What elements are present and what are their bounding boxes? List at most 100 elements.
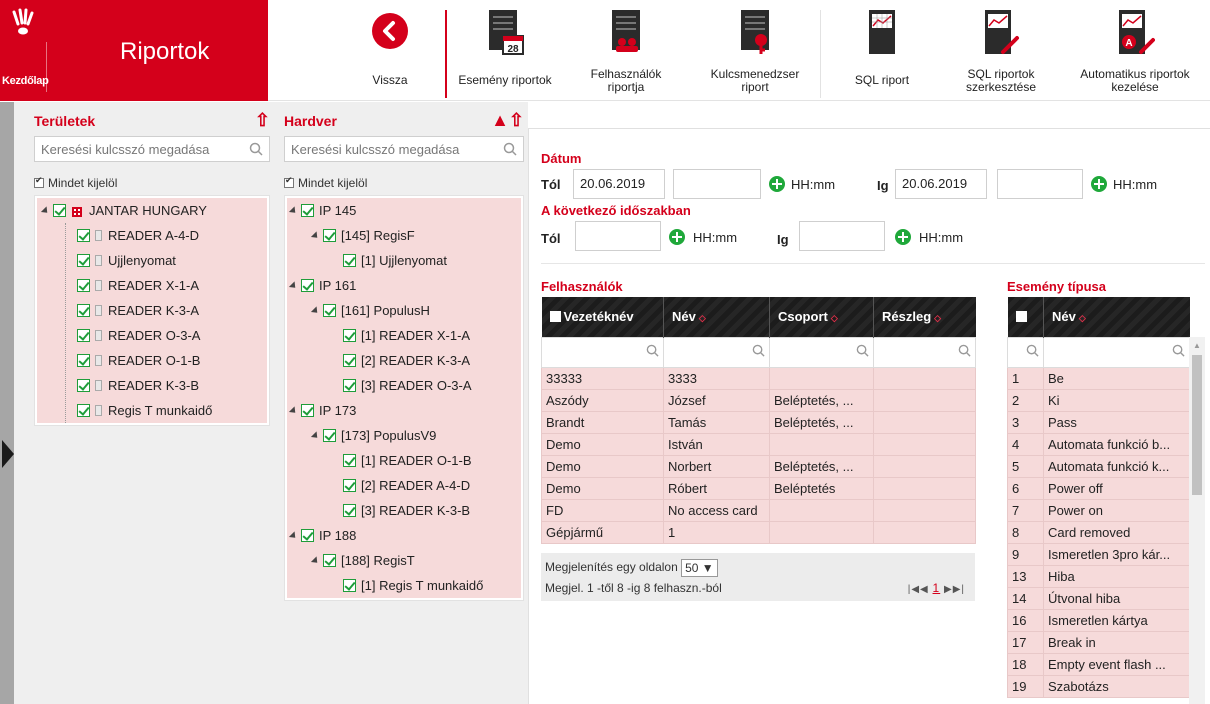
tree-node[interactable]: [188] RegisT bbox=[287, 548, 521, 573]
areas-search-input[interactable] bbox=[35, 137, 269, 161]
checkbox[interactable] bbox=[323, 229, 336, 242]
tree-node[interactable]: [145] RegisF bbox=[287, 223, 521, 248]
checkbox[interactable] bbox=[323, 554, 336, 567]
table-row[interactable]: 8 Card removed bbox=[1007, 520, 1190, 544]
table-row[interactable]: 14 Útvonal hiba bbox=[1007, 586, 1190, 610]
expand-triangle-icon[interactable] bbox=[288, 405, 299, 416]
table-row[interactable]: Demo Róbert Beléptetés bbox=[541, 476, 976, 500]
checkbox[interactable] bbox=[301, 204, 314, 217]
tree-node[interactable]: READER O-3-A bbox=[37, 323, 267, 348]
collapse-up-icon[interactable]: ⇧ bbox=[255, 110, 270, 130]
checkbox[interactable] bbox=[77, 304, 90, 317]
add-period-to-icon[interactable] bbox=[895, 229, 911, 245]
checkbox[interactable] bbox=[343, 579, 356, 592]
checkbox[interactable] bbox=[343, 354, 356, 367]
table-row[interactable]: 19 Szabotázs bbox=[1007, 674, 1190, 698]
period-from-input[interactable] bbox=[575, 221, 661, 251]
period-to-input[interactable] bbox=[799, 221, 885, 251]
checkbox[interactable] bbox=[343, 329, 356, 342]
table-row[interactable]: Aszódy József Beléptetés, ... bbox=[541, 388, 976, 412]
tree-node[interactable]: [161] PopulusH bbox=[287, 298, 521, 323]
checkbox[interactable] bbox=[343, 504, 356, 517]
checkbox[interactable] bbox=[343, 254, 356, 267]
checkbox[interactable] bbox=[301, 404, 314, 417]
tree-node[interactable]: [1] Regis T munkaidő bbox=[287, 573, 521, 598]
per-page-select[interactable]: 50 ▼ bbox=[681, 559, 718, 577]
tree-node[interactable]: [2] READER A-4-D bbox=[287, 473, 521, 498]
column-header-select[interactable] bbox=[1007, 297, 1044, 337]
tree-node[interactable]: [3] READER K-3-B bbox=[287, 498, 521, 523]
table-row[interactable]: Gépjármű 1 bbox=[541, 520, 976, 544]
tree-node[interactable]: IP 173 bbox=[287, 398, 521, 423]
hardware-select-all[interactable]: Mindet kijelöl bbox=[284, 174, 524, 192]
table-row[interactable]: 5 Automata funkció k... bbox=[1007, 454, 1190, 478]
table-row[interactable]: 4 Automata funkció b... bbox=[1007, 432, 1190, 456]
column-header-name[interactable]: Név ◇ bbox=[663, 297, 770, 337]
table-row[interactable]: Brandt Tamás Beléptetés, ... bbox=[541, 410, 976, 434]
checkbox[interactable] bbox=[77, 229, 90, 242]
checkbox[interactable] bbox=[77, 329, 90, 342]
header-checkbox-icon[interactable] bbox=[1015, 311, 1027, 323]
expand-triangle-icon[interactable] bbox=[310, 305, 321, 316]
checkbox[interactable] bbox=[77, 404, 90, 417]
add-time-from-icon[interactable] bbox=[769, 176, 785, 192]
sort-icon[interactable]: ◇ bbox=[934, 313, 941, 323]
prev-page-icon[interactable]: ◀ bbox=[920, 584, 929, 595]
table-row[interactable]: FD No access card bbox=[541, 498, 976, 522]
tree-node[interactable]: [3] READER O-3-A bbox=[287, 373, 521, 398]
current-page-link[interactable]: 1 bbox=[933, 581, 941, 595]
column-filter[interactable] bbox=[541, 336, 664, 368]
checkbox[interactable] bbox=[53, 204, 66, 217]
expand-triangle-icon[interactable] bbox=[288, 205, 299, 216]
checkbox[interactable] bbox=[323, 304, 336, 317]
checkbox[interactable] bbox=[77, 254, 90, 267]
home-button[interactable]: Kezdőlap bbox=[0, 0, 49, 101]
column-filter[interactable] bbox=[769, 336, 874, 368]
table-row[interactable]: 7 Power on bbox=[1007, 498, 1190, 522]
last-page-icon[interactable]: ▶| bbox=[953, 584, 965, 595]
tree-node[interactable]: IP 188 bbox=[287, 523, 521, 548]
tree-node[interactable]: IP 145 bbox=[287, 198, 521, 223]
sort-icon[interactable]: ◇ bbox=[699, 313, 706, 323]
table-row[interactable]: 6 Power off bbox=[1007, 476, 1190, 500]
column-filter[interactable] bbox=[1043, 336, 1190, 368]
event-reports-button[interactable]: 28 Esemény riportok bbox=[450, 0, 560, 101]
table-row[interactable]: 13 Hiba bbox=[1007, 564, 1190, 588]
sidebar-collapse-strip[interactable] bbox=[0, 102, 14, 704]
search-icon[interactable] bbox=[752, 344, 765, 357]
expand-triangle-icon[interactable] bbox=[288, 530, 299, 541]
expand-triangle-icon[interactable] bbox=[288, 280, 299, 291]
sort-icon[interactable]: ◇ bbox=[1079, 313, 1086, 323]
column-header-surname[interactable]: Vezetéknév bbox=[541, 297, 664, 337]
table-row[interactable]: Demo Norbert Beléptetés, ... bbox=[541, 454, 976, 478]
column-header-department[interactable]: Részleg ◇ bbox=[874, 297, 976, 337]
table-row[interactable]: 16 Ismeretlen kártya bbox=[1007, 608, 1190, 632]
event-types-scrollbar[interactable]: ▲ bbox=[1189, 337, 1205, 704]
tree-node[interactable]: JANTAR HUNGARY bbox=[37, 198, 267, 223]
table-row[interactable]: 3 Pass bbox=[1007, 410, 1190, 434]
select-all-checkbox[interactable] bbox=[34, 175, 44, 188]
expand-triangle-icon[interactable] bbox=[310, 430, 321, 441]
column-header-name[interactable]: Név ◇ bbox=[1044, 297, 1190, 337]
table-row[interactable]: Demo István bbox=[541, 432, 976, 456]
tree-node[interactable]: [1] READER O-1-B bbox=[287, 448, 521, 473]
expand-arrow-icon[interactable] bbox=[2, 440, 14, 468]
add-period-from-icon[interactable] bbox=[669, 229, 685, 245]
tree-node[interactable]: [1] READER X-1-A bbox=[287, 323, 521, 348]
checkbox[interactable] bbox=[323, 429, 336, 442]
tree-node[interactable]: READER O-1-B bbox=[37, 348, 267, 373]
search-icon[interactable] bbox=[646, 344, 659, 357]
checkbox[interactable] bbox=[343, 379, 356, 392]
search-icon[interactable] bbox=[249, 142, 263, 156]
search-icon[interactable] bbox=[856, 344, 869, 357]
users-report-button[interactable]: Felhasználók riportja bbox=[576, 0, 676, 101]
time-to-input[interactable] bbox=[997, 169, 1083, 199]
tree-node[interactable]: [173] PopulusV9 bbox=[287, 423, 521, 448]
expand-triangle-icon[interactable] bbox=[310, 555, 321, 566]
date-to-input[interactable]: 20.06.2019 bbox=[895, 169, 987, 199]
table-row[interactable]: 33333 3333 bbox=[541, 366, 976, 390]
hardware-search-input[interactable] bbox=[285, 137, 523, 161]
column-filter[interactable] bbox=[1007, 336, 1044, 368]
table-row[interactable]: 17 Break in bbox=[1007, 630, 1190, 654]
scroll-up-icon[interactable]: ▲ bbox=[1193, 341, 1201, 350]
